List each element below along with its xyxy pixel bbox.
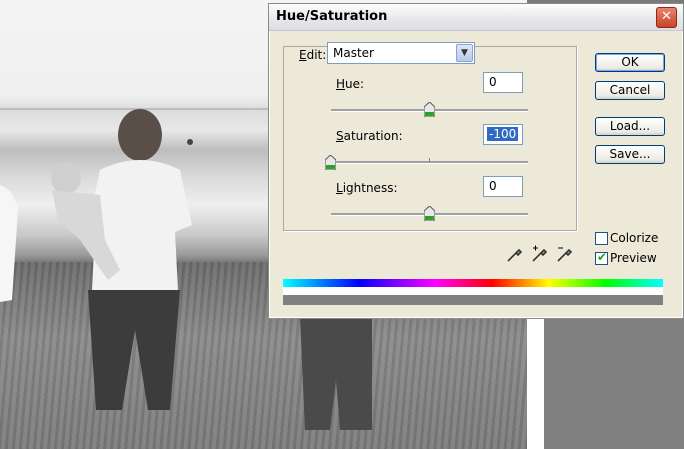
eyedropper-icon[interactable] <box>506 245 524 263</box>
edit-channel-select[interactable]: Master ▼ <box>327 42 475 64</box>
ok-button[interactable]: OK <box>595 53 665 72</box>
save-button[interactable]: Save... <box>595 145 665 164</box>
input-color-spectrum <box>283 279 663 287</box>
hue-slider-thumb[interactable] <box>424 102 435 117</box>
load-button[interactable]: Load... <box>595 117 665 136</box>
hue-input[interactable]: 0 <box>483 72 523 93</box>
cancel-button[interactable]: Cancel <box>595 81 665 100</box>
hue-label: Hue: <box>336 77 365 91</box>
lightness-input[interactable]: 0 <box>483 176 523 197</box>
edit-channel-value: Master <box>333 46 374 60</box>
check-icon: ✔ <box>597 250 608 264</box>
saturation-input[interactable]: -100 <box>483 124 523 145</box>
spectrum-gap <box>283 287 663 295</box>
hue-saturation-dialog: Hue/Saturation ✕ Edit: Master ▼ Hue: 0 S… <box>268 3 684 319</box>
lightness-slider-thumb[interactable] <box>424 206 435 221</box>
close-icon[interactable]: ✕ <box>656 7 677 28</box>
colorize-checkbox[interactable] <box>595 232 608 245</box>
lightness-value: 0 <box>489 179 497 193</box>
edit-group-box <box>283 46 577 231</box>
lightness-label: Lightness: <box>336 181 398 195</box>
preview-checkbox[interactable]: ✔ <box>595 250 608 265</box>
saturation-value: -100 <box>487 127 519 141</box>
eyedropper-plus-icon[interactable] <box>531 245 549 263</box>
edit-label: Edit: <box>299 48 327 62</box>
canvas-edge <box>527 317 544 449</box>
output-color-spectrum <box>283 295 663 305</box>
colorize-label: Colorize <box>610 231 659 245</box>
chevron-down-icon[interactable]: ▼ <box>456 44 473 62</box>
saturation-center-tick <box>429 158 430 162</box>
saturation-label: Saturation: <box>336 129 403 143</box>
hue-value: 0 <box>489 75 497 89</box>
preview-label: Preview <box>610 251 657 265</box>
saturation-slider-thumb[interactable] <box>325 155 336 170</box>
dialog-title: Hue/Saturation <box>276 9 388 24</box>
canvas-pasteboard <box>544 317 684 449</box>
eyedropper-minus-icon[interactable] <box>556 245 574 263</box>
title-bar[interactable]: Hue/Saturation ✕ <box>269 4 683 31</box>
